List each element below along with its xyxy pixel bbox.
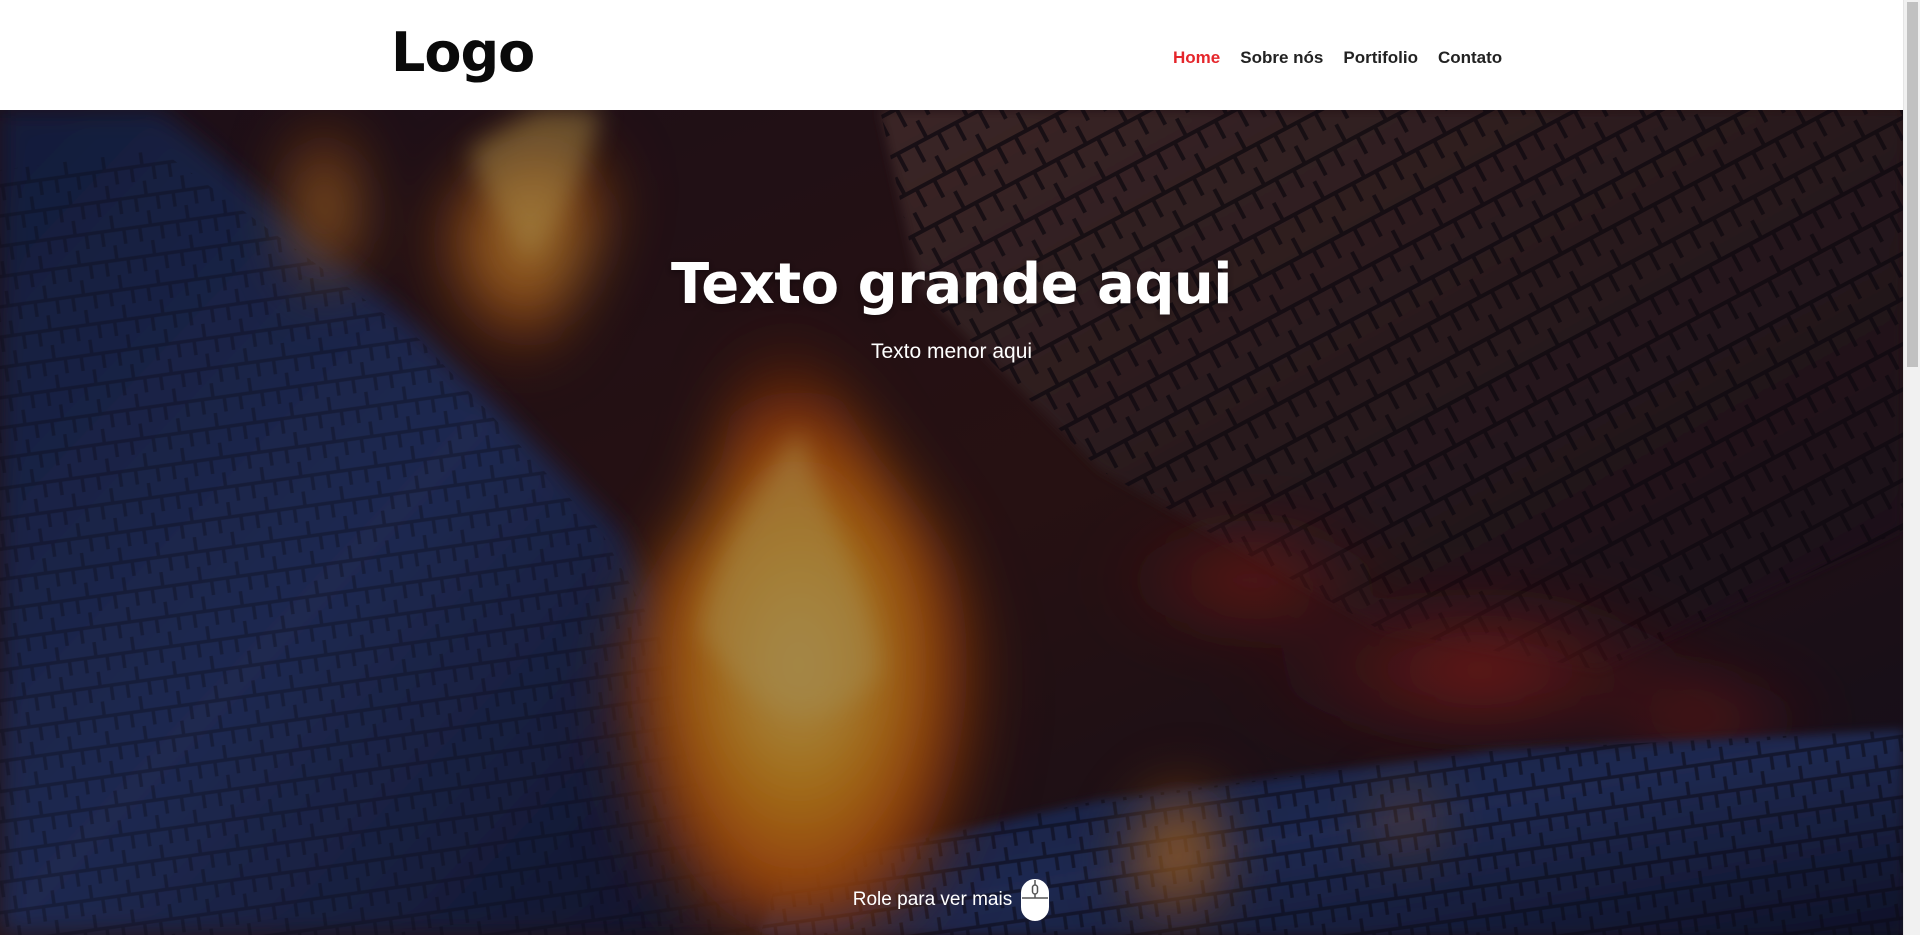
scrollbar-thumb[interactable] xyxy=(1907,2,1918,367)
nav-item-portifolio[interactable]: Portifolio xyxy=(1343,47,1418,69)
nav-item-sobre-nos[interactable]: Sobre nós xyxy=(1240,47,1323,69)
main-nav: Home Sobre nós Portifolio Contato xyxy=(1173,47,1502,69)
site-header: Logo Home Sobre nós Portifolio Contato xyxy=(0,0,1903,110)
nav-item-contato[interactable]: Contato xyxy=(1438,47,1502,69)
hero-overlay xyxy=(0,110,1903,935)
nav-item-home[interactable]: Home xyxy=(1173,47,1220,69)
logo[interactable]: Logo xyxy=(391,18,535,88)
page: Logo Home Sobre nós Portifolio Contato T… xyxy=(0,0,1920,935)
scroll-hint-text: Role para ver mais xyxy=(852,889,1013,910)
hero-section: Texto grande aqui Texto menor aqui Role … xyxy=(0,110,1903,935)
scroll-hint[interactable]: Role para ver mais xyxy=(0,878,1903,922)
hero-subtitle: Texto menor aqui xyxy=(870,340,1033,363)
hero-title: Texto grande aqui xyxy=(671,252,1232,317)
mouse-icon xyxy=(1021,879,1050,921)
vertical-scrollbar[interactable] xyxy=(1903,0,1920,935)
